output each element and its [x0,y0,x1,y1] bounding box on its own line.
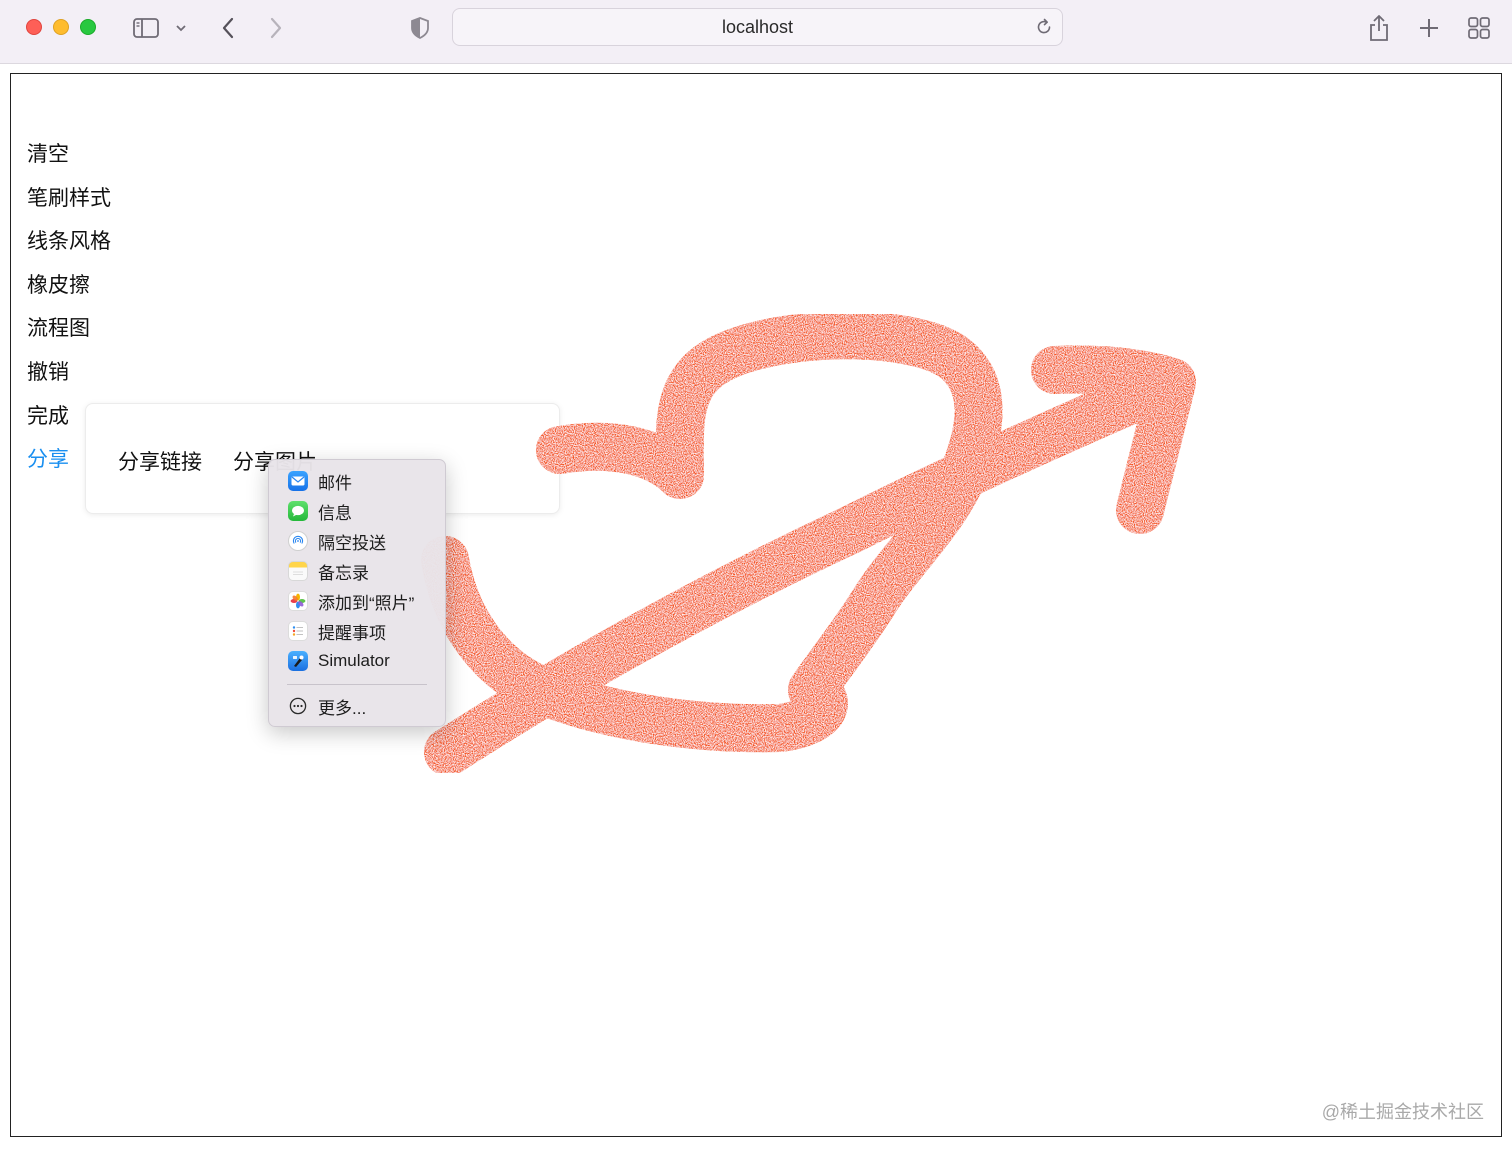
share-sheet-more-label: 更多... [318,698,367,718]
reload-icon[interactable] [1034,17,1054,37]
share-sheet-item-label: 提醒事项 [318,623,386,643]
share-sheet-item-simulator[interactable]: Simulator [269,646,445,676]
share-sheet-item-label: 添加到“照片” [318,593,415,613]
back-icon[interactable] [214,13,242,43]
share-sheet-menu: 邮件 信息 隔空投送 备忘录 添加到“照片” 提醒事项 Simulator 更多… [268,459,446,727]
share-sheet-item-airdrop[interactable]: 隔空投送 [269,526,445,556]
forward-icon[interactable] [262,13,290,43]
menu-item-line-style[interactable]: 线条风格 [27,227,111,271]
more-icon [288,696,308,716]
share-sheet-item-mail[interactable]: 邮件 [269,466,445,496]
window-minimize-button[interactable] [53,19,69,35]
menu-item-flowchart[interactable]: 流程图 [27,314,111,358]
share-sheet-item-label: 信息 [318,503,352,523]
share-icon[interactable] [1364,13,1394,43]
share-sheet-item-reminders[interactable]: 提醒事项 [269,616,445,646]
share-sheet-item-more[interactable]: 更多... [269,691,445,721]
menu-item-undo[interactable]: 撤销 [27,358,111,402]
reminders-icon [288,621,308,641]
notes-icon [288,561,308,581]
plus-icon[interactable] [1414,13,1444,43]
share-sheet-item-photos[interactable]: 添加到“照片” [269,586,445,616]
menu-separator [287,684,427,685]
sidebar-icon[interactable] [130,13,162,43]
drawing-canvas[interactable]: 清空 笔刷样式 线条风格 橡皮擦 流程图 撤销 完成 分享 [10,73,1502,1137]
share-sheet-item-label: 邮件 [318,473,352,493]
shield-icon[interactable] [406,13,434,43]
share-link-button[interactable]: 分享链接 [118,446,202,476]
watermark: @稀土掘金技术社区 [1321,1102,1484,1122]
simulator-icon [288,651,308,671]
address-bar[interactable]: localhost [452,8,1063,46]
airdrop-icon [288,531,308,551]
share-sheet-item-notes[interactable]: 备忘录 [269,556,445,586]
share-sheet-item-label: Simulator [318,651,390,670]
share-sheet-item-label: 备忘录 [318,563,369,583]
chevron-down-icon[interactable] [172,13,190,43]
mail-icon [288,471,308,491]
share-sheet-item-messages[interactable]: 信息 [269,496,445,526]
photos-icon [288,591,308,611]
address-text: localhost [721,16,794,37]
menu-item-eraser[interactable]: 橡皮擦 [27,271,111,315]
tab-overview-icon[interactable] [1464,13,1494,43]
menu-item-clear[interactable]: 清空 [27,140,111,184]
window-zoom-button[interactable] [80,19,96,35]
window-close-button[interactable] [26,19,42,35]
menu-item-brush-style[interactable]: 笔刷样式 [27,184,111,228]
browser-toolbar: localhost [0,0,1512,64]
messages-icon [288,501,308,521]
share-sheet-item-label: 隔空投送 [318,533,386,553]
